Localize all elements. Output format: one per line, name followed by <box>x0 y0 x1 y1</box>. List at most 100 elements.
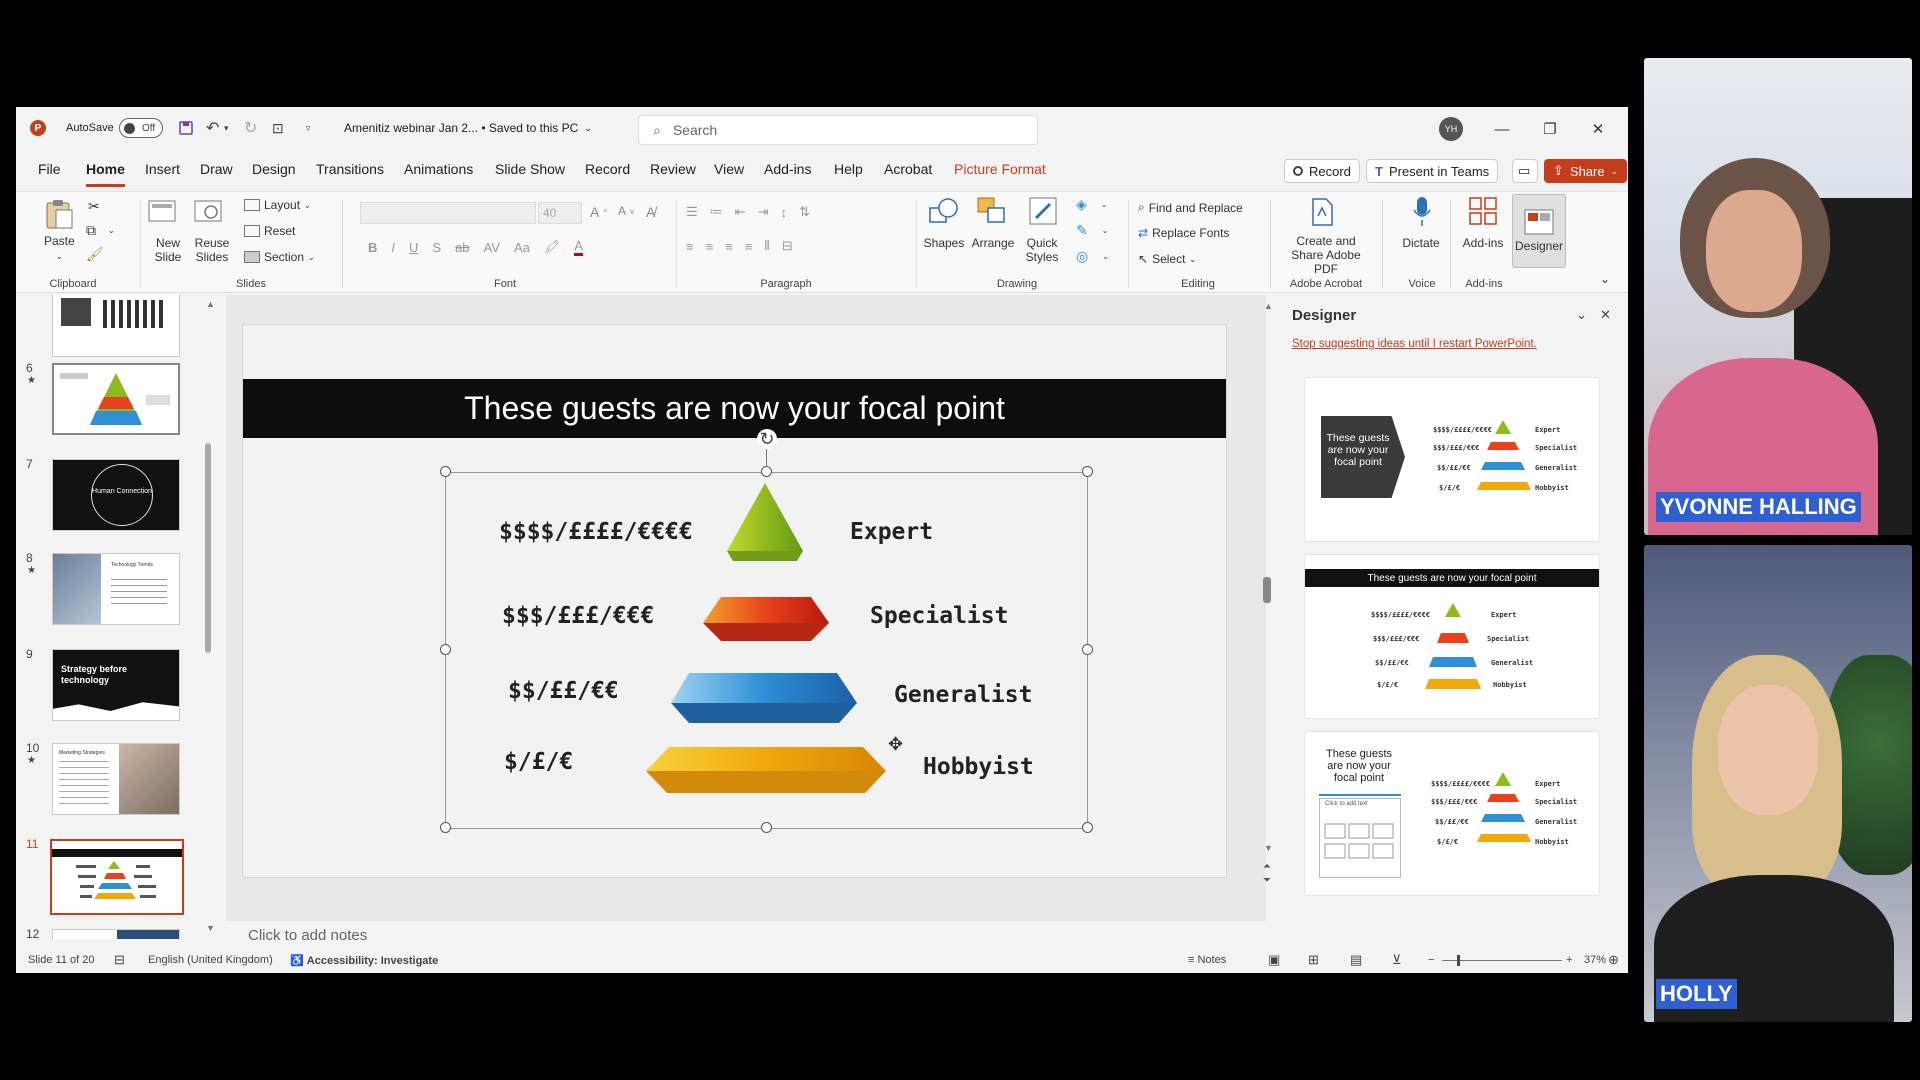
customize-toolbar-icon[interactable]: ▿ <box>306 107 311 149</box>
slide-thumbnail-7[interactable]: Human Connection <box>52 459 180 531</box>
cut-icon[interactable]: ✂ <box>88 198 100 215</box>
section-button[interactable]: Section ⌄ <box>244 250 315 264</box>
line-spacing-icon[interactable]: ↕ <box>780 205 787 220</box>
strikethrough-icon[interactable]: ab <box>455 240 469 255</box>
design-idea-3[interactable]: These guests are now your focal point Cl… <box>1304 731 1600 896</box>
previous-slide-icon[interactable]: ⏶ <box>1263 861 1271 872</box>
restore-icon[interactable]: ❐ <box>1536 117 1564 141</box>
slide-thumbnail-10[interactable]: Marketing Strategies <box>52 743 180 815</box>
font-color-icon[interactable]: A <box>574 238 584 256</box>
pyramid-graphic[interactable] <box>243 325 1227 878</box>
create-pdf-button[interactable] <box>1310 198 1334 226</box>
user-avatar[interactable]: YH <box>1439 117 1463 141</box>
price-label-hobbyist[interactable]: $/£/€ <box>504 749 573 775</box>
reuse-slides-button[interactable] <box>194 198 224 224</box>
slide-thumbnail-9[interactable]: Strategy before technology <box>52 649 180 721</box>
columns-icon[interactable]: ⫴ <box>764 238 769 254</box>
layout-button[interactable]: Layout ⌄ <box>244 198 311 212</box>
scroll-down-icon[interactable]: ▼ <box>206 923 215 933</box>
slide-canvas[interactable]: These guests are now your focal point ↻ <box>242 324 1227 878</box>
zoom-level[interactable]: 37% <box>1584 954 1606 966</box>
clear-formatting-icon[interactable]: A̸ <box>646 204 655 220</box>
close-icon[interactable]: ✕ <box>1584 117 1612 141</box>
stop-suggesting-link[interactable]: Stop suggesting ideas until I restart Po… <box>1292 338 1537 350</box>
arrange-button[interactable] <box>976 196 1008 226</box>
redo-icon[interactable]: ↻ <box>244 107 257 149</box>
tab-picture-format[interactable]: Picture Format <box>954 161 1046 187</box>
select-button[interactable]: ↖ Select ⌄ <box>1138 252 1196 266</box>
increase-indent-icon[interactable]: ⇥ <box>758 204 769 220</box>
shape-outline-icon[interactable]: ✎ ⌄ <box>1076 222 1108 239</box>
tier-label-generalist[interactable]: Generalist <box>894 682 1032 708</box>
slide-show-icon[interactable]: ⊻ <box>1392 952 1402 968</box>
notes-button[interactable]: ≡ Notes <box>1188 954 1226 966</box>
replace-fonts-button[interactable]: ⇄ Replace Fonts <box>1138 226 1229 240</box>
tab-animations[interactable]: Animations <box>404 161 473 187</box>
shapes-button[interactable] <box>928 196 960 226</box>
increase-font-icon[interactable]: A ^ <box>590 204 607 220</box>
quick-styles-button[interactable] <box>1028 196 1060 226</box>
tab-draw[interactable]: Draw <box>200 161 233 187</box>
tab-file[interactable]: File <box>38 161 61 187</box>
tab-insert[interactable]: Insert <box>145 161 180 187</box>
zoom-in-icon[interactable]: + <box>1566 954 1572 966</box>
reading-view-icon[interactable]: ▤ <box>1350 952 1362 968</box>
record-button[interactable]: Record <box>1284 159 1360 183</box>
character-spacing-icon[interactable]: AV <box>484 240 500 255</box>
font-size-dropdown[interactable]: 40 <box>538 202 582 224</box>
font-family-dropdown[interactable] <box>360 202 536 224</box>
tab-view[interactable]: View <box>714 161 744 187</box>
save-icon[interactable] <box>178 107 194 149</box>
zoom-slider-thumb[interactable] <box>1457 955 1460 966</box>
numbering-icon[interactable]: ≔ <box>710 204 723 220</box>
align-text-icon[interactable]: ⊟ <box>782 238 793 254</box>
chevron-down-icon[interactable]: ⌄ <box>1576 307 1587 323</box>
fit-to-window-icon[interactable]: ⊕ <box>1608 952 1619 968</box>
zoom-out-icon[interactable]: − <box>1428 954 1434 966</box>
reset-button[interactable]: Reset <box>244 224 295 238</box>
tab-add-ins[interactable]: Add-ins <box>764 161 811 187</box>
accessibility-status[interactable]: ♿ Accessibility: Investigate <box>290 954 438 967</box>
undo-icon[interactable]: ↶ <box>206 107 219 149</box>
share-button[interactable]: ⇪ Share ⌄ <box>1544 159 1628 183</box>
format-painter-icon[interactable]: 🖌 <box>86 246 104 263</box>
tab-acrobat[interactable]: Acrobat <box>884 161 932 187</box>
zoom-slider[interactable] <box>1442 960 1562 961</box>
slide-thumbnail-11-selected[interactable] <box>50 839 184 915</box>
price-label-specialist[interactable]: $$$/£££/€€€ <box>502 603 654 629</box>
undo-dropdown-icon[interactable]: ▾ <box>224 107 229 149</box>
shape-fill-icon[interactable]: ◈ ⌄ <box>1076 196 1107 213</box>
paste-button[interactable]: Paste ⌄ <box>44 198 75 261</box>
tab-design[interactable]: Design <box>252 161 296 187</box>
highlight-icon[interactable]: 🖍 <box>544 239 561 255</box>
decrease-font-icon[interactable]: Av <box>618 204 634 218</box>
present-from-start-icon[interactable]: ⊡ <box>272 107 284 149</box>
text-direction-icon[interactable]: ⇅ <box>799 204 810 220</box>
underline-icon[interactable]: U <box>409 240 418 255</box>
tier-label-specialist[interactable]: Specialist <box>870 603 1008 629</box>
bullets-icon[interactable]: ☰ <box>686 204 698 220</box>
present-in-teams-button[interactable]: T Present in Teams <box>1366 159 1499 183</box>
tier-label-expert[interactable]: Expert <box>850 519 933 545</box>
thumbnail-scrollbar[interactable] <box>205 443 211 653</box>
slide-thumbnail-8[interactable]: Technology Trends <box>52 553 180 625</box>
justify-icon[interactable]: ≡ <box>745 239 753 254</box>
price-label-expert[interactable]: $$$$/££££/€€€€ <box>499 519 693 545</box>
collapse-ribbon-icon[interactable]: ⌄ <box>1600 272 1610 286</box>
dictate-button[interactable] <box>1412 196 1432 228</box>
close-icon[interactable]: ✕ <box>1600 307 1611 323</box>
notes-placeholder[interactable]: Click to add notes <box>226 921 1256 949</box>
shape-effects-icon[interactable]: ◎ ⌄ <box>1076 248 1109 265</box>
align-center-icon[interactable]: ≡ <box>706 239 714 254</box>
editor-scrollbar[interactable] <box>1263 577 1271 603</box>
tab-home[interactable]: Home <box>86 161 125 187</box>
spelling-icon[interactable]: ⊟ <box>114 952 125 968</box>
minimize-icon[interactable]: — <box>1488 117 1516 141</box>
align-right-icon[interactable]: ≡ <box>725 239 733 254</box>
slide-thumbnail-5[interactable] <box>52 295 180 357</box>
slide-thumbnail-6[interactable] <box>52 363 180 435</box>
bold-icon[interactable]: B <box>368 240 377 255</box>
autosave-toggle[interactable]: Off <box>119 107 163 149</box>
tab-slide-show[interactable]: Slide Show <box>495 161 565 187</box>
tier-label-hobbyist[interactable]: Hobbyist <box>923 754 1034 780</box>
